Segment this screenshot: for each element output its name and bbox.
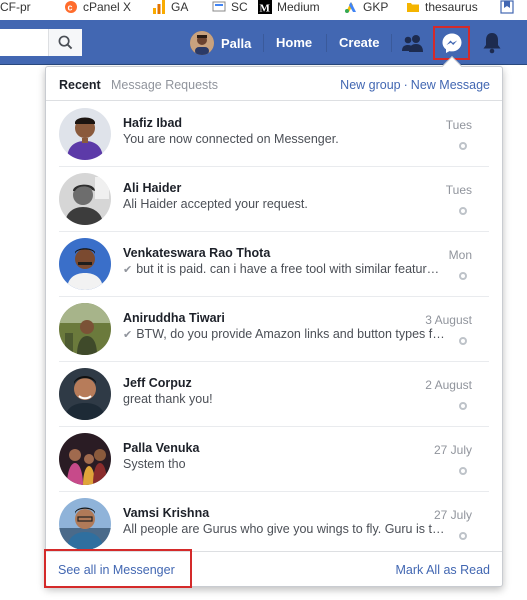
new-group-link[interactable]: New group — [340, 78, 400, 92]
avatar — [59, 303, 111, 355]
google-ads-icon — [345, 2, 356, 13]
conversation-time: 27 July — [433, 508, 472, 522]
profile-name: Palla — [221, 35, 252, 51]
conversation-snippet: Ali Haider accepted your request. — [123, 197, 308, 211]
bookmark-sc[interactable]: SC — [212, 0, 248, 14]
bookmark-label: CF-pr — [0, 0, 31, 14]
bookmark-medium[interactable]: M Medium — [258, 0, 320, 14]
bookmark-label: SC — [231, 0, 248, 14]
mark-read-toggle[interactable] — [459, 337, 467, 345]
dropdown-footer: See all in Messenger Mark All as Read — [46, 551, 502, 586]
create-link[interactable]: Create — [339, 35, 379, 50]
analytics-icon — [153, 0, 165, 14]
new-message-link[interactable]: New Message — [411, 78, 490, 92]
avatar — [190, 31, 214, 55]
svg-text:c: c — [68, 3, 73, 13]
bookmark-thesaurus[interactable]: thesaurus — [406, 0, 478, 14]
nav-divider — [263, 34, 264, 52]
bookmark-icon[interactable] — [500, 0, 514, 14]
conversation-time: 3 August — [425, 313, 472, 327]
avatar — [59, 498, 111, 550]
conversation-item[interactable]: Palla Venuka System tho 27 July — [46, 427, 502, 492]
bookmark-cf-pr[interactable]: CF-pr — [0, 0, 31, 14]
bookmark-ga[interactable]: GA — [152, 0, 188, 14]
mark-read-toggle[interactable] — [459, 207, 467, 215]
bookmark-label: GKP — [363, 0, 389, 14]
conversation-snippet: ✔ BTW, do you provide Amazon links and bu… — [123, 327, 445, 341]
conversation-name: Jeff Corpuz — [123, 376, 192, 390]
home-link[interactable]: Home — [276, 35, 312, 50]
nav-divider — [326, 34, 327, 52]
conversation-name: Venkateswara Rao Thota — [123, 246, 271, 260]
sent-check-icon: ✔ — [123, 264, 133, 276]
conversation-item[interactable]: Aniruddha Tiwari ✔ BTW, do you provide Am… — [46, 297, 502, 362]
mark-read-toggle[interactable] — [459, 142, 467, 150]
conversation-snippet: ✔ but it is paid. can i have a free tool … — [123, 262, 445, 276]
conversation-item[interactable]: Hafiz Ibad You are now connected on Mess… — [46, 102, 502, 167]
bookmark-label: cPanel X — [83, 0, 132, 14]
bell-icon — [483, 33, 501, 54]
conversation-item[interactable]: Vamsi Krishna All people are Gurus who g… — [46, 492, 502, 557]
bookmark-label: thesaurus — [425, 0, 478, 14]
conversation-time: Tues — [445, 118, 472, 132]
tab-recent[interactable]: Recent — [59, 78, 101, 92]
sent-check-icon: ✔ — [123, 329, 133, 341]
conversation-snippet: great thank you! — [123, 392, 213, 406]
search-console-icon — [212, 1, 226, 12]
messenger-icon — [442, 33, 461, 53]
conversation-name: Aniruddha Tiwari — [123, 311, 225, 325]
bookmark-cpanel[interactable]: c cPanel X — [64, 0, 131, 14]
mark-all-as-read-link[interactable]: Mark All as Read — [396, 563, 490, 577]
conversation-item[interactable]: Ali Haider Ali Haider accepted your requ… — [46, 167, 502, 232]
conversation-name: Palla Venuka — [123, 441, 200, 455]
conversation-snippet: System tho — [123, 457, 186, 471]
mark-read-toggle[interactable] — [459, 532, 467, 540]
notifications-button[interactable] — [479, 30, 505, 56]
search-button[interactable] — [48, 29, 82, 56]
conversation-name: Ali Haider — [123, 181, 182, 195]
conversation-name: Hafiz Ibad — [123, 116, 183, 130]
conversation-item[interactable]: Venkateswara Rao Thota ✔ but it is paid. … — [46, 232, 502, 297]
header-actions: New group · New Message — [340, 78, 490, 92]
mark-read-toggle[interactable] — [459, 272, 467, 280]
friend-requests-button[interactable] — [400, 30, 426, 56]
conversation-item[interactable]: Jeff Corpuz great thank you! 2 August — [46, 362, 502, 427]
conversation-time: Mon — [448, 248, 472, 262]
search-icon — [58, 35, 73, 50]
bookmarks-bar: CF-pr c cPanel X GA SC M Medium GKP thes… — [0, 0, 527, 20]
avatar — [59, 173, 111, 225]
dropdown-header: Recent Message Requests New group · New Me… — [46, 67, 502, 101]
avatar — [59, 108, 111, 160]
search-input[interactable] — [0, 29, 82, 56]
messenger-dropdown: Recent Message Requests New group · New Me… — [45, 66, 503, 587]
see-all-in-messenger-link[interactable]: See all in Messenger — [58, 563, 175, 577]
avatar — [59, 433, 111, 485]
conversation-snippet: You are now connected on Messenger. — [123, 132, 339, 146]
mark-read-toggle[interactable] — [459, 467, 467, 475]
bookmark-label: GA — [171, 0, 189, 14]
conversation-time: 2 August — [425, 378, 472, 392]
conversation-snippet: All people are Gurus who give you wings … — [123, 522, 445, 536]
conversation-time: Tues — [445, 183, 472, 197]
bookmark-gkp[interactable]: GKP — [344, 0, 388, 14]
medium-icon: M — [258, 0, 272, 14]
svg-text:M: M — [260, 3, 271, 15]
mark-read-toggle[interactable] — [459, 402, 467, 410]
bookmark-label: Medium — [277, 0, 320, 14]
tab-message-requests[interactable]: Message Requests — [111, 78, 218, 92]
nav-divider — [391, 34, 392, 52]
folder-icon — [407, 3, 419, 12]
avatar — [59, 368, 111, 420]
avatar — [59, 238, 111, 290]
profile-link[interactable]: Palla — [190, 31, 251, 55]
cpanel-icon: c — [65, 1, 77, 13]
friends-icon — [402, 35, 423, 52]
conversation-time: 27 July — [433, 443, 472, 457]
conversation-name: Vamsi Krishna — [123, 506, 210, 520]
separator-dot: · — [403, 78, 408, 92]
